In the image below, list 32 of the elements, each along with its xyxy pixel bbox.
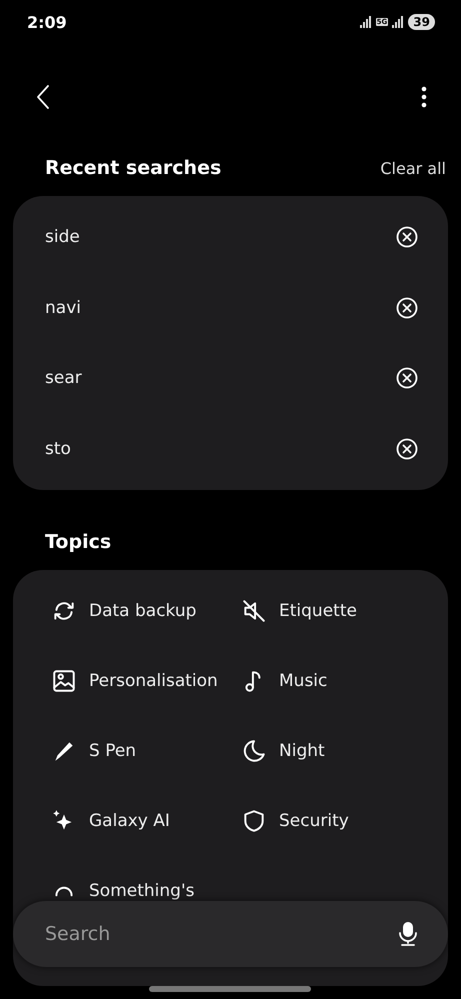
topic-link[interactable]: S Pen	[89, 742, 136, 760]
topic-link[interactable]: Music	[279, 672, 328, 690]
topic-link[interactable]: Something's	[89, 882, 194, 900]
topic-link[interactable]: Security	[279, 812, 349, 830]
search-bar[interactable]: Search	[13, 901, 448, 967]
microphone-icon[interactable]	[398, 921, 418, 947]
recent-search-item[interactable]: side	[45, 227, 80, 248]
topic-link[interactable]: Etiquette	[279, 602, 357, 620]
topic-link[interactable]: Personalisation	[89, 672, 218, 690]
remove-button[interactable]	[396, 226, 418, 248]
recent-search-item[interactable]: sear	[45, 368, 82, 388]
recent-search-item[interactable]: navi	[45, 298, 81, 318]
back-button[interactable]	[36, 84, 50, 110]
remove-button[interactable]	[396, 367, 418, 390]
section-title: Recent searches	[45, 157, 222, 179]
signal-icon	[360, 16, 372, 28]
remove-button[interactable]	[396, 438, 418, 460]
muted-speaker-icon	[241, 598, 267, 624]
image-icon	[51, 668, 77, 694]
more-options-button[interactable]	[421, 86, 427, 108]
battery-level: 39	[408, 14, 435, 30]
section-title: Topics	[45, 531, 112, 553]
moon-icon	[241, 738, 267, 764]
remove-button[interactable]	[396, 296, 418, 319]
recent-search-item[interactable]: sto	[45, 438, 71, 459]
topic-link[interactable]: Data backup	[89, 602, 196, 620]
topic-link[interactable]: Galaxy AI	[89, 812, 170, 830]
status-time: 2:09	[27, 12, 67, 32]
signal-icon	[392, 16, 404, 28]
topic-link[interactable]: Night	[279, 742, 325, 760]
search-field[interactable]: Search	[43, 922, 398, 946]
clear-all-link[interactable]: Clear all	[380, 158, 446, 178]
